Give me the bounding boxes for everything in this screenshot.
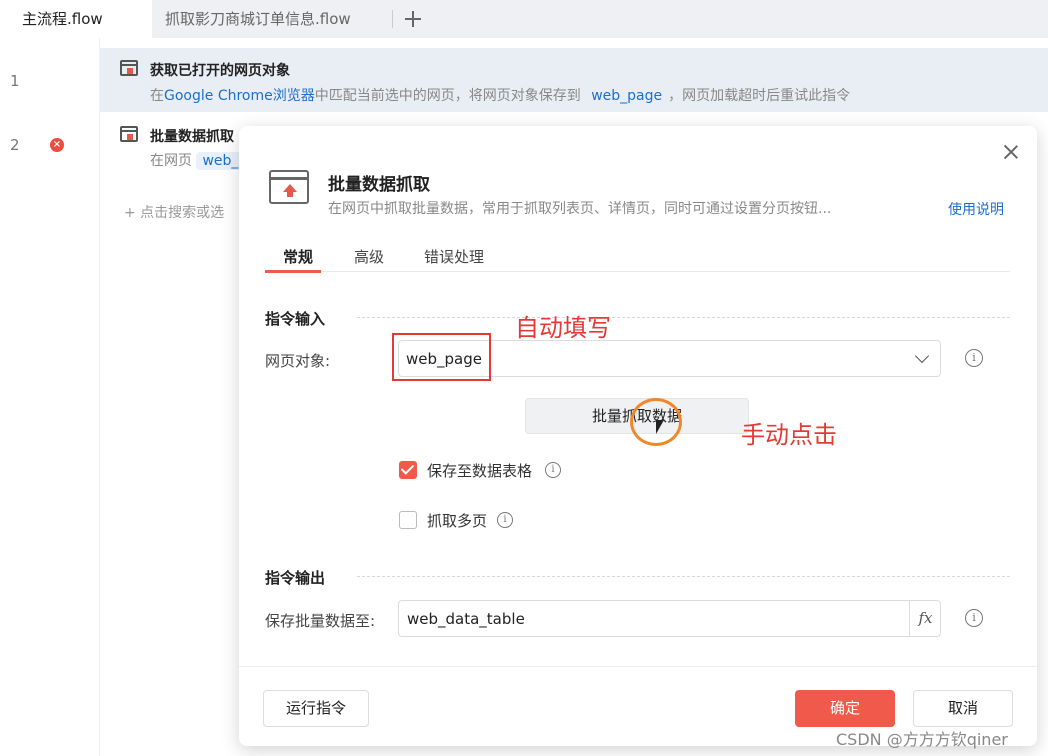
close-icon[interactable] bbox=[1001, 142, 1021, 162]
info-icon[interactable]: i bbox=[497, 512, 513, 528]
fx-icon[interactable]: fx bbox=[909, 601, 941, 636]
tab-divider bbox=[392, 10, 393, 28]
section-divider bbox=[357, 576, 1010, 577]
run-command-button[interactable]: 运行指令 bbox=[263, 690, 369, 727]
browser-upload-icon bbox=[269, 170, 309, 204]
tab-scrape-orders-flow[interactable]: 抓取影刀商城订单信息.flow bbox=[152, 0, 392, 38]
help-link[interactable]: 使用说明 bbox=[948, 199, 1004, 219]
add-step-prompt[interactable]: + 点击搜索或选 bbox=[124, 202, 224, 222]
multi-page-label: 抓取多页 bbox=[427, 512, 488, 530]
step-title: 获取已打开的网页对象 bbox=[150, 63, 290, 79]
chevron-down-icon[interactable] bbox=[914, 348, 930, 364]
browser-icon bbox=[120, 126, 138, 142]
input-section-title: 指令输入 bbox=[265, 310, 326, 328]
watermark: CSDN @方方方钦qiner bbox=[836, 730, 1008, 749]
web-object-label: 网页对象: bbox=[265, 352, 331, 370]
output-variable-input[interactable]: web_data_table fx bbox=[398, 600, 941, 637]
tab-general[interactable]: 常规 bbox=[283, 246, 313, 267]
step-description: 在网页 web_ bbox=[150, 150, 245, 170]
output-section-title: 指令输出 bbox=[265, 569, 326, 587]
save-table-label: 保存至数据表格 bbox=[427, 462, 533, 480]
step-description: 在Google Chrome浏览器中匹配当前选中的网页，将网页对象保存到 web… bbox=[150, 85, 850, 105]
flow-step-get-page[interactable]: 获取已打开的网页对象 在Google Chrome浏览器中匹配当前选中的网页，将… bbox=[100, 48, 1048, 112]
desc-text: 在网页 bbox=[150, 153, 192, 169]
desc-text: ，网页加载超时后重试此指令 bbox=[668, 88, 851, 104]
output-label: 保存批量数据至: bbox=[265, 612, 376, 630]
info-icon[interactable]: i bbox=[965, 609, 983, 627]
dialog-description: 在网页中抓取批量数据，常用于抓取列表页、详情页，同时可通过设置分页按钮... bbox=[328, 201, 832, 217]
annotation-highlight-box bbox=[392, 333, 491, 381]
dialog-tabs: 常规 高级 错误处理 bbox=[265, 242, 1010, 273]
browser-link[interactable]: Google Chrome浏览器 bbox=[164, 88, 315, 104]
multi-page-checkbox[interactable] bbox=[399, 511, 417, 529]
save-table-checkbox[interactable] bbox=[399, 461, 417, 479]
tab-bar: 主流程.flow 抓取影刀商城订单信息.flow bbox=[0, 0, 1048, 38]
tab-advanced[interactable]: 高级 bbox=[354, 246, 384, 267]
error-icon[interactable]: × bbox=[50, 138, 64, 152]
dialog-title: 批量数据抓取 bbox=[328, 175, 430, 195]
info-icon[interactable]: i bbox=[965, 349, 983, 367]
mouse-cursor-icon bbox=[656, 420, 664, 434]
desc-text: 在 bbox=[150, 88, 164, 104]
add-tab-icon[interactable] bbox=[400, 6, 426, 32]
line-gutter: 1 2 × bbox=[0, 38, 100, 756]
annotation-manual-click: 手动点击 bbox=[741, 421, 837, 449]
step-title: 批量数据抓取 bbox=[150, 129, 234, 145]
info-icon[interactable]: i bbox=[545, 462, 561, 478]
variable-chip[interactable]: web_ bbox=[196, 152, 245, 170]
cancel-button[interactable]: 取消 bbox=[913, 690, 1013, 727]
section-divider bbox=[357, 317, 1010, 318]
browser-icon bbox=[120, 60, 138, 76]
variable-chip[interactable]: web_page bbox=[591, 88, 662, 104]
output-variable-value: web_data_table bbox=[407, 610, 525, 628]
tab-main-flow[interactable]: 主流程.flow bbox=[0, 0, 152, 38]
annotation-auto-fill: 自动填写 bbox=[515, 314, 611, 342]
line-number: 2 bbox=[10, 136, 20, 154]
tab-error-handling[interactable]: 错误处理 bbox=[424, 246, 484, 267]
active-tab-indicator bbox=[265, 270, 321, 273]
line-number: 1 bbox=[10, 72, 20, 90]
desc-text: 中匹配当前选中的网页，将网页对象保存到 bbox=[314, 88, 581, 104]
confirm-button[interactable]: 确定 bbox=[795, 690, 895, 727]
